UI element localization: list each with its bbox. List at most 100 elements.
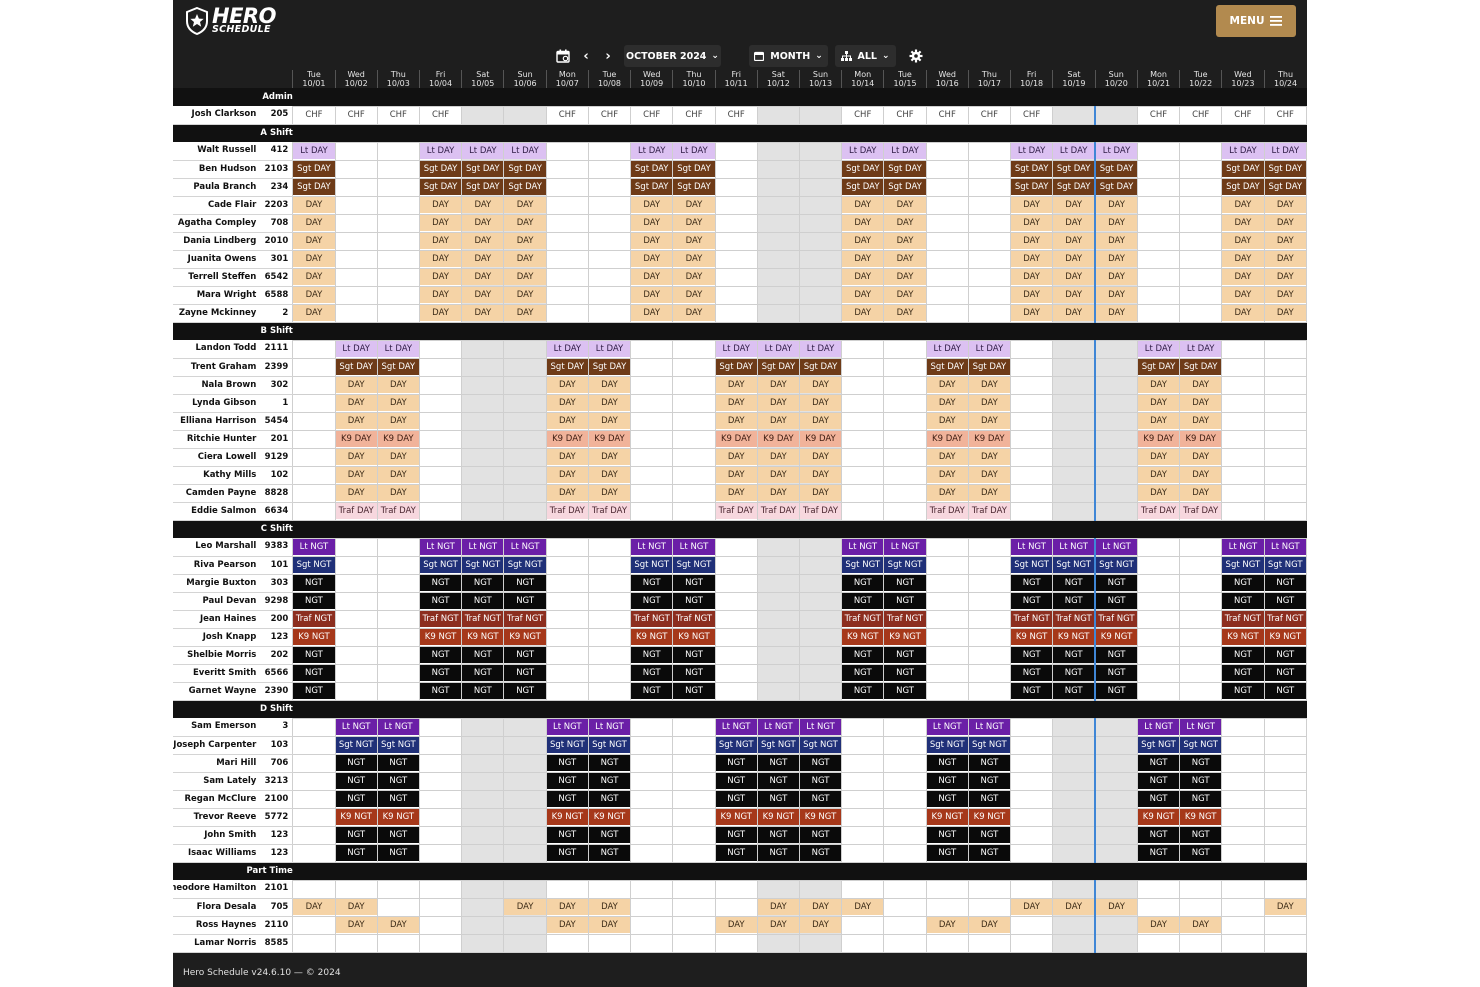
schedule-cell[interactable] [967,897,1011,917]
schedule-cell[interactable]: DAY [292,249,336,269]
schedule-cell[interactable]: DAY [1179,483,1223,503]
schedule-cell[interactable] [798,267,843,287]
schedule-cell[interactable]: NGT [545,843,589,863]
schedule-cell[interactable] [545,555,589,575]
schedule-cell[interactable]: DAY [461,303,505,323]
schedule-cell[interactable]: Sgt NGT [1052,555,1097,575]
schedule-cell[interactable] [1263,843,1307,863]
schedule-cell[interactable] [545,627,589,647]
employee-cell[interactable]: Shelbie Morris 202 [173,646,293,665]
schedule-cell[interactable]: Lt DAY [756,339,800,359]
schedule-cell[interactable]: Lt DAY [376,339,420,359]
schedule-cell[interactable]: DAY [587,393,632,413]
schedule-cell[interactable] [756,537,800,557]
schedule-cell[interactable] [1094,447,1138,467]
schedule-cell[interactable]: Lt NGT [1136,717,1181,737]
schedule-cell[interactable] [1009,915,1054,935]
schedule-cell[interactable] [630,789,674,809]
schedule-cell[interactable]: K9 DAY [376,429,420,449]
schedule-cell[interactable] [334,627,378,647]
schedule-cell[interactable]: NGT [756,789,800,809]
employee-cell[interactable]: Nala Brown 302 [173,376,293,395]
schedule-cell[interactable] [1179,285,1223,305]
schedule-cell[interactable] [461,933,505,953]
schedule-cell[interactable] [461,735,505,755]
schedule-cell[interactable] [503,771,547,791]
schedule-cell[interactable] [587,663,632,683]
schedule-cell[interactable] [1009,411,1054,431]
schedule-cell[interactable]: DAY [756,897,800,917]
schedule-cell[interactable]: DAY [714,375,758,395]
schedule-cell[interactable]: DAY [1094,285,1138,305]
schedule-cell[interactable] [630,753,674,773]
schedule-cell[interactable] [503,807,547,827]
schedule-cell[interactable] [1052,879,1097,899]
schedule-cell[interactable]: K9 NGT [841,627,885,647]
schedule-cell[interactable]: NGT [461,645,505,665]
schedule-cell[interactable]: DAY [1136,411,1181,431]
employee-cell[interactable]: Juanita Owens 301 [173,250,293,269]
schedule-cell[interactable]: DAY [841,213,885,233]
schedule-cell[interactable] [925,159,969,179]
day-header[interactable]: Mon 10/14 [841,70,884,88]
schedule-cell[interactable]: NGT [1136,843,1181,863]
schedule-cell[interactable] [883,465,927,485]
schedule-cell[interactable] [1263,465,1307,485]
schedule-cell[interactable]: DAY [841,231,885,251]
schedule-cell[interactable]: K9 DAY [334,429,378,449]
schedule-cell[interactable]: DAY [1094,195,1138,215]
schedule-cell[interactable] [418,825,463,845]
schedule-cell[interactable] [503,357,547,377]
schedule-cell[interactable] [1136,627,1181,647]
schedule-cell[interactable] [756,609,800,629]
schedule-cell[interactable]: DAY [672,195,716,215]
schedule-cell[interactable] [587,627,632,647]
schedule-cell[interactable] [334,285,378,305]
schedule-cell[interactable] [418,357,463,377]
schedule-cell[interactable]: Sgt DAY [418,159,463,179]
schedule-cell[interactable]: Sgt DAY [334,357,378,377]
employee-cell[interactable]: Theodore Hamilton 2101 [173,880,293,899]
schedule-cell[interactable]: Lt NGT [1094,537,1138,557]
schedule-cell[interactable] [418,465,463,485]
schedule-cell[interactable]: DAY [1136,915,1181,935]
schedule-cell[interactable]: DAY [1094,213,1138,233]
schedule-cell[interactable] [503,105,547,125]
schedule-cell[interactable]: K9 NGT [1009,627,1054,647]
schedule-cell[interactable]: DAY [1052,897,1097,917]
schedule-cell[interactable]: Lt DAY [1221,141,1265,161]
schedule-cell[interactable] [1052,825,1097,845]
schedule-cell[interactable]: DAY [418,303,463,323]
employee-cell[interactable]: Ciera Lowell 9129 [173,448,293,467]
schedule-cell[interactable] [714,663,758,683]
schedule-cell[interactable]: NGT [418,681,463,701]
schedule-cell[interactable]: DAY [1136,465,1181,485]
schedule-cell[interactable] [630,339,674,359]
schedule-cell[interactable]: DAY [756,411,800,431]
schedule-cell[interactable] [714,537,758,557]
schedule-cell[interactable]: NGT [841,573,885,593]
schedule-cell[interactable]: Traf NGT [1009,609,1054,629]
schedule-cell[interactable] [1094,807,1138,827]
schedule-cell[interactable]: DAY [503,195,547,215]
schedule-cell[interactable]: Traf DAY [1136,501,1181,521]
schedule-cell[interactable] [1263,483,1307,503]
schedule-cell[interactable] [967,609,1011,629]
schedule-cell[interactable]: DAY [1179,393,1223,413]
schedule-cell[interactable]: Lt DAY [461,141,505,161]
employee-cell[interactable]: Paula Branch 234 [173,178,293,197]
schedule-cell[interactable]: DAY [292,897,336,917]
schedule-cell[interactable] [461,393,505,413]
employee-cell[interactable]: John Smith 123 [173,826,293,845]
schedule-cell[interactable] [1009,771,1054,791]
schedule-cell[interactable] [376,627,420,647]
schedule-cell[interactable] [630,429,674,449]
schedule-cell[interactable] [376,267,420,287]
schedule-cell[interactable] [292,771,336,791]
schedule-cell[interactable]: NGT [503,663,547,683]
schedule-cell[interactable] [503,825,547,845]
day-header[interactable]: Thu 10/10 [672,70,716,88]
schedule-cell[interactable]: Sgt DAY [967,357,1011,377]
schedule-cell[interactable]: Traf DAY [587,501,632,521]
schedule-cell[interactable] [630,897,674,917]
